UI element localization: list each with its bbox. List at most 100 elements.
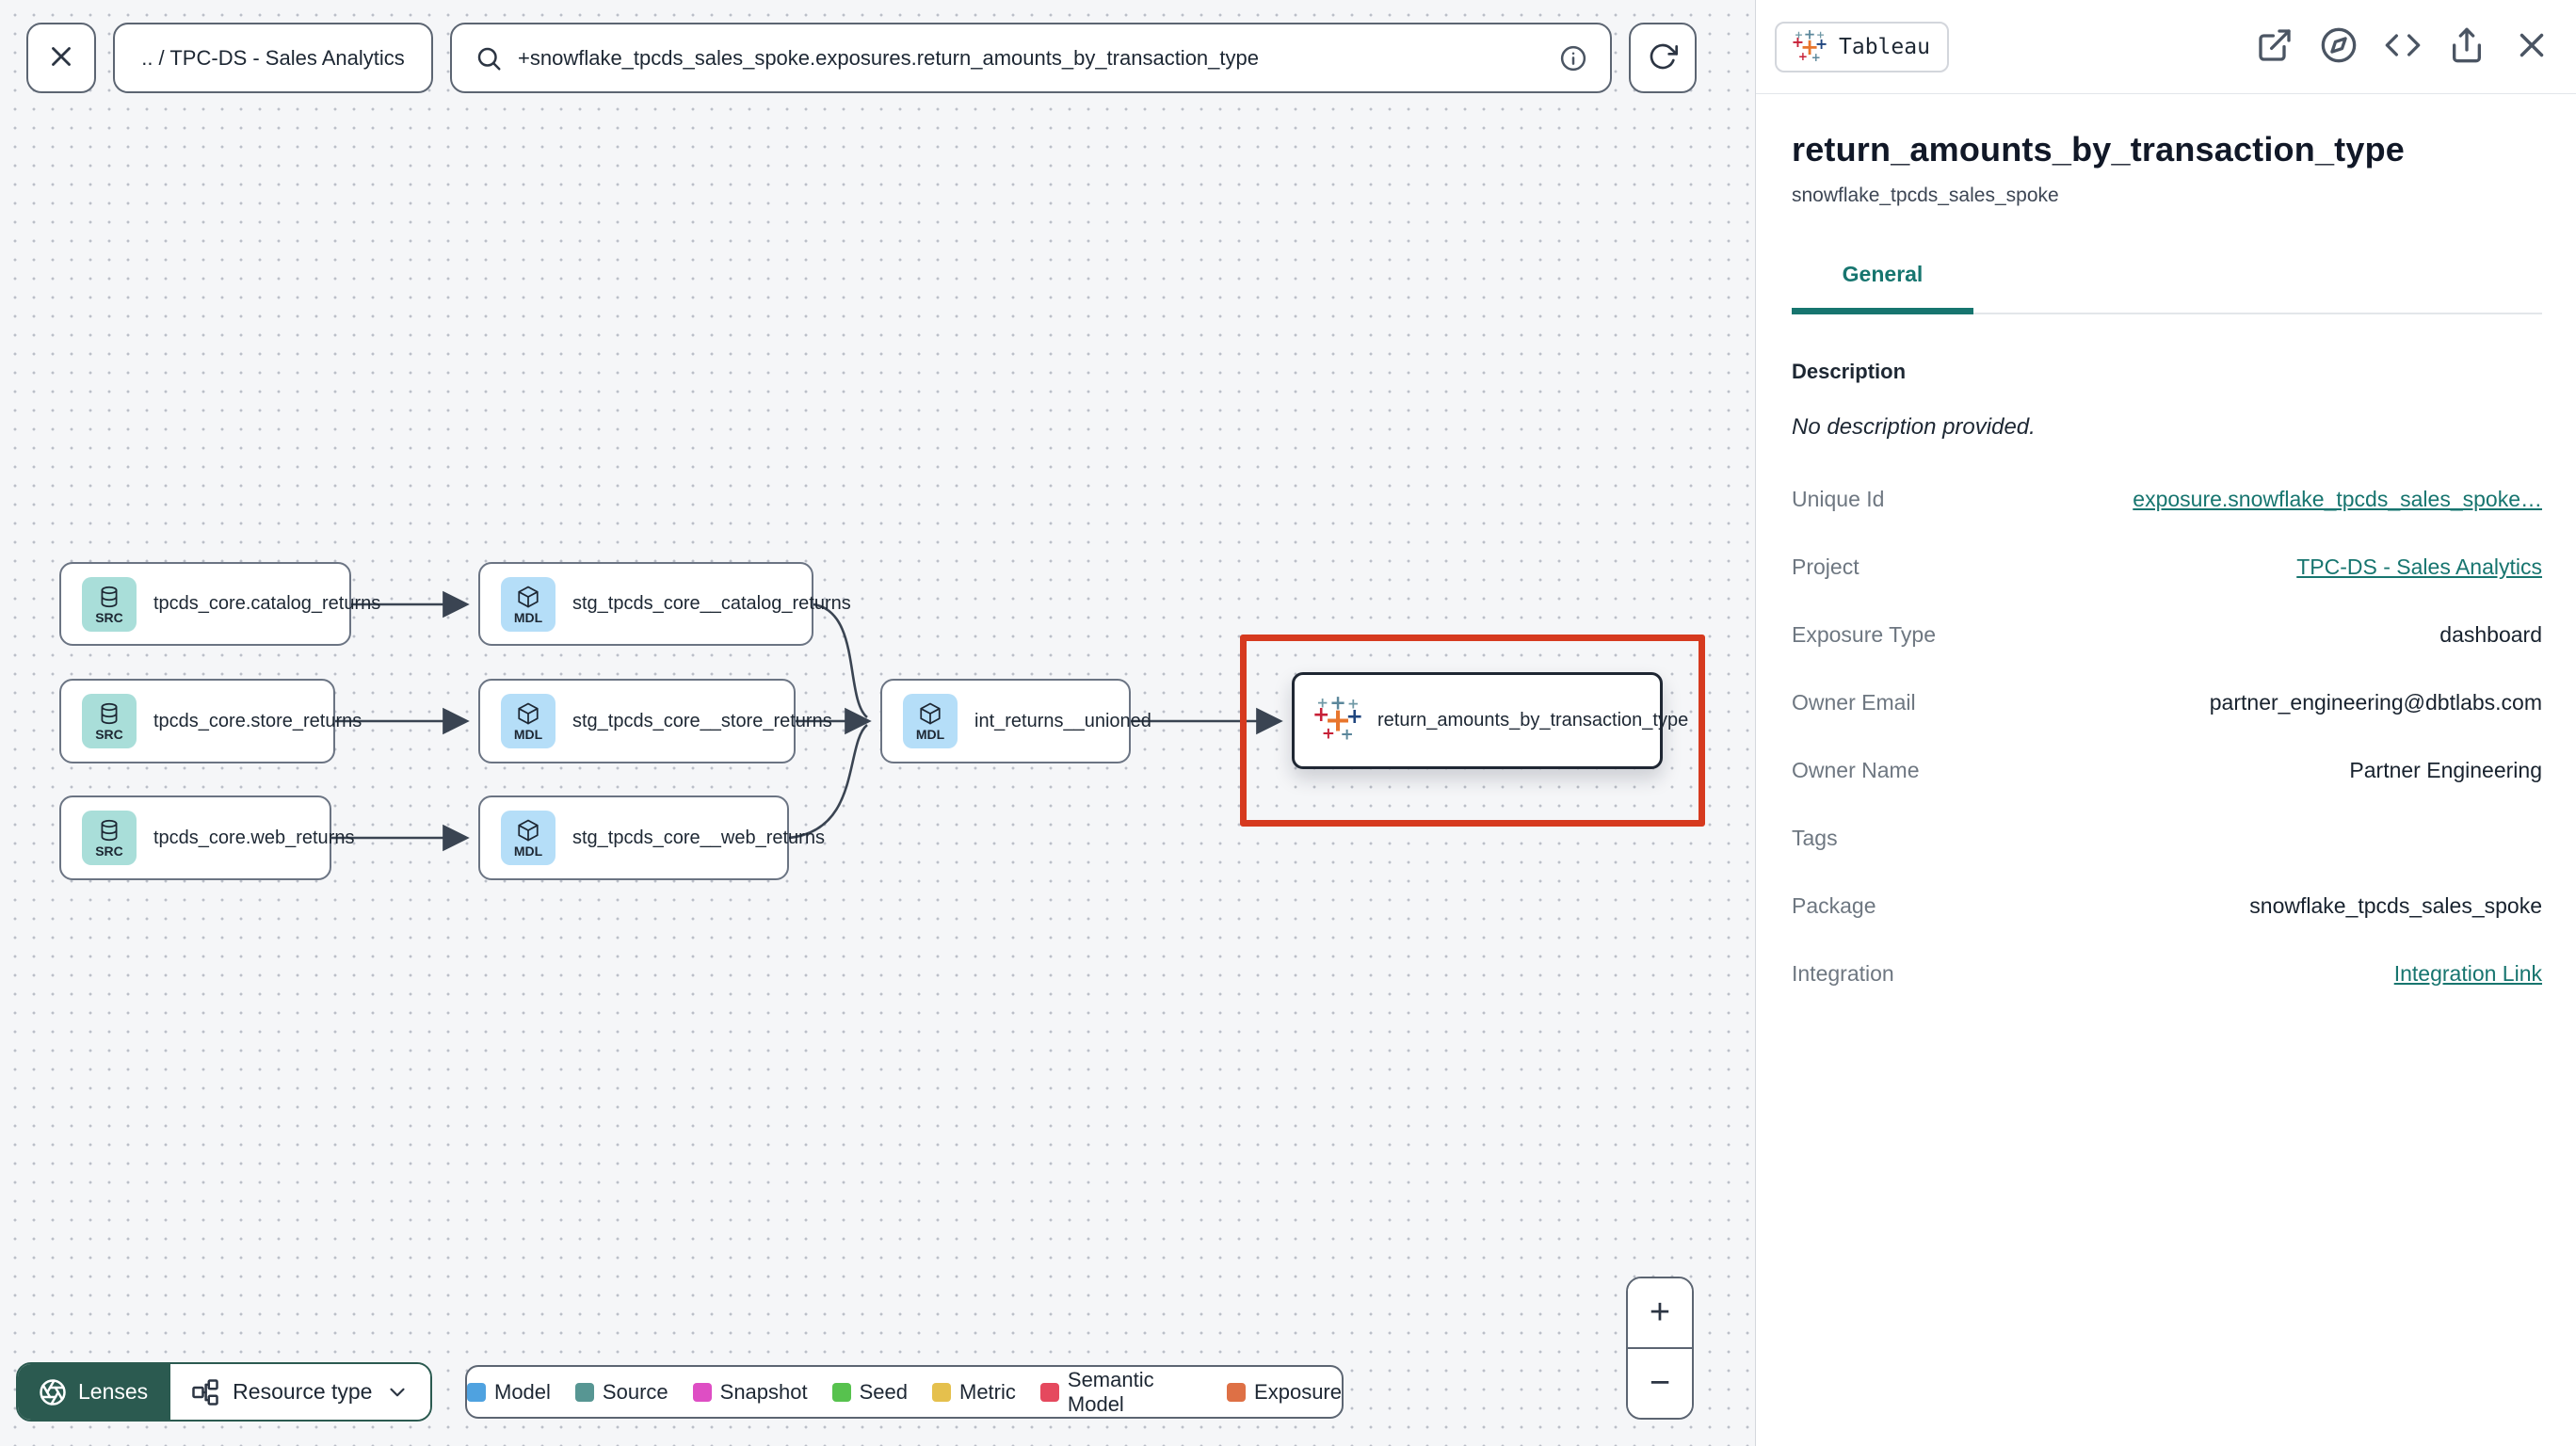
detail-row-label: Owner Email (1792, 689, 1916, 715)
lenses-button[interactable]: Lenses (18, 1364, 169, 1420)
explore-button[interactable] (2320, 26, 2358, 67)
detail-row: Exposure Type dashboard (1792, 601, 2542, 668)
legend-item: Snapshot (692, 1379, 808, 1405)
source-chip-icon: SRC (82, 811, 137, 865)
resource-type-label: Resource type (233, 1379, 373, 1404)
source-chip-icon: SRC (82, 576, 137, 632)
search-icon (475, 44, 503, 72)
lineage-node-source[interactable]: SRC tpcds_core.store_returns (59, 679, 362, 763)
legend-item: Exposure (1227, 1380, 1342, 1405)
detail-row-value: Partner Engineering (2349, 757, 2542, 782)
legend-label: Metric (959, 1379, 1016, 1404)
resource-type-dropdown[interactable]: Resource type (169, 1364, 431, 1420)
detail-row-label: Unique Id (1792, 486, 1885, 511)
selected-node-highlight (1240, 635, 1705, 827)
code-icon (2384, 26, 2422, 67)
tableau-logo-plus: + (1815, 28, 1826, 41)
lineage-node-source[interactable]: SRC tpcds_core.web_returns (59, 795, 354, 880)
detail-row-value: dashboard (2439, 621, 2542, 647)
breadcrumb[interactable]: .. / TPC-DS - Sales Analytics (113, 23, 433, 93)
refresh-icon (1648, 41, 1678, 74)
description-value: No description provided. (1792, 414, 2036, 440)
zoom-control: + − (1626, 1277, 1694, 1420)
info-icon[interactable] (1559, 44, 1587, 72)
close-panel-button[interactable] (2512, 25, 2552, 68)
lineage-edge (813, 602, 868, 718)
close-icon (45, 40, 77, 75)
legend-label: Exposure (1254, 1379, 1342, 1404)
legend-swatch (1227, 1382, 1247, 1402)
model-chip-icon: MDL (501, 694, 555, 748)
breadcrumb-label: .. / TPC-DS - Sales Analytics (141, 45, 405, 70)
zoom-in-button[interactable]: + (1628, 1278, 1692, 1347)
refresh-lineage-button[interactable] (1629, 23, 1697, 93)
detail-row-label: Exposure Type (1792, 621, 1937, 647)
node-label: stg_tpcds_core__web_returns (572, 827, 825, 848)
detail-row-label: Tags (1792, 825, 1838, 850)
legend-swatch (1039, 1382, 1059, 1402)
lineage-node-model[interactable]: MDL stg_tpcds_core__web_returns (478, 795, 825, 880)
detail-row-link[interactable]: Integration Link (2394, 961, 2542, 987)
chip-label: SRC (95, 609, 123, 625)
node-label: tpcds_core.web_returns (153, 827, 355, 848)
zoom-out-button[interactable]: − (1628, 1347, 1692, 1418)
legend-item: Metric (932, 1380, 1016, 1405)
legend-item: Source (574, 1379, 668, 1405)
detail-row: Owner Name Partner Engineering (1792, 736, 2542, 804)
lineage-node-source[interactable]: SRC tpcds_core.catalog_returns (59, 562, 380, 646)
tableau-logo-plus: + (1803, 25, 1816, 43)
detail-row: Unique Id exposure.snowflake_tpcds_sales_… (1792, 465, 2542, 533)
close-lineage-button[interactable] (26, 23, 96, 93)
tab-general[interactable]: General (1792, 262, 1973, 314)
tableau-logo-icon: + + + + + + + + (1792, 27, 1828, 64)
node-label: int_returns__unioned (974, 710, 1151, 731)
panel-body: return_amounts_by_transaction_type snowf… (1756, 94, 2576, 1007)
panel-tabs: General (1792, 262, 2542, 314)
lenses-label: Lenses (78, 1379, 149, 1404)
legend-label: Model (494, 1379, 551, 1404)
lineage-edge (788, 724, 868, 840)
external-link-icon (2256, 26, 2294, 67)
model-chip-icon: MDL (501, 811, 555, 865)
legend-swatch (467, 1382, 486, 1402)
legend-label: Source (602, 1379, 668, 1404)
tableau-logo-plus: + (1794, 28, 1804, 41)
search-input[interactable] (518, 45, 1537, 71)
detail-row: Integration Integration Link (1792, 940, 2542, 1007)
legend-label: Snapshot (719, 1379, 808, 1404)
app: SRC tpcds_core.catalog_returns SRC tpcds_co… (0, 0, 2576, 1446)
detail-row-link[interactable]: exposure.snowflake_tpcds_sales_spoke… (2133, 487, 2542, 512)
detail-row: Owner Email partner_engineering@dbtlabs.c… (1792, 668, 2542, 736)
chip-label: MDL (513, 609, 543, 625)
chip-label: SRC (95, 844, 123, 859)
lineage-canvas[interactable]: SRC tpcds_core.catalog_returns SRC tpcds_co… (0, 0, 1755, 1446)
chip-label: MDL (915, 727, 945, 742)
detail-row: Package snowflake_tpcds_sales_spoke (1792, 872, 2542, 940)
legend-label: Semantic Model (1067, 1367, 1154, 1416)
chevron-down-icon (385, 1380, 410, 1405)
legend-swatch (831, 1382, 851, 1402)
detail-row: Tags (1792, 804, 2542, 872)
detail-row-label: Owner Name (1792, 757, 1920, 782)
view-code-button[interactable] (2384, 26, 2422, 67)
legend-item: Semantic Model (1039, 1367, 1202, 1417)
legend-item: Seed (831, 1379, 908, 1405)
tableau-logo-plus: + (1797, 50, 1808, 64)
open-external-button[interactable] (2256, 26, 2294, 67)
detail-row-link[interactable]: TPC-DS - Sales Analytics (2296, 554, 2542, 580)
tableau-badge: + + + + + + + + Tableau (1775, 21, 1949, 72)
share-icon (2448, 26, 2486, 67)
lineage-node-model[interactable]: MDL stg_tpcds_core__store_returns (478, 679, 832, 763)
chip-label: MDL (513, 727, 543, 742)
share-button[interactable] (2448, 26, 2486, 67)
detail-row-label: Package (1792, 892, 1876, 918)
detail-row-value: partner_engineering@dbtlabs.com (2209, 689, 2542, 715)
lineage-node-model[interactable]: MDL int_returns__unioned (880, 679, 1151, 763)
source-chip-icon: SRC (82, 694, 137, 748)
legend-swatch (932, 1382, 951, 1402)
lineage-node-model[interactable]: MDL stg_tpcds_core__catalog_returns (478, 562, 851, 646)
legend-label: Seed (859, 1379, 908, 1404)
node-label: stg_tpcds_core__store_returns (572, 710, 832, 731)
details-panel-header: + + + + + + + + Tableau (1756, 0, 2576, 94)
chip-label: MDL (513, 844, 543, 859)
